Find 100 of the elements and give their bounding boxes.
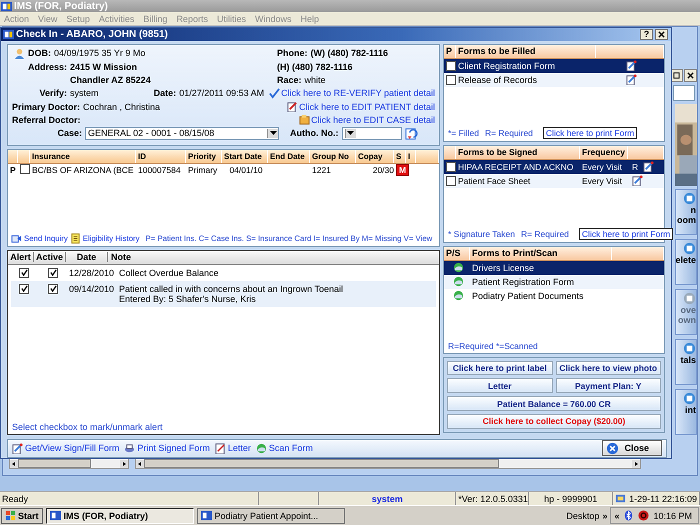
checkbox[interactable] bbox=[19, 268, 29, 278]
side-button[interactable]: n oom bbox=[675, 189, 697, 235]
scroll-left-icon[interactable] bbox=[136, 460, 144, 468]
column-header: Frequency bbox=[580, 146, 628, 159]
field-value: 2415 W Mission bbox=[70, 62, 138, 72]
action-button[interactable]: Payment Plan: Y bbox=[556, 378, 661, 394]
taskbar-button[interactable]: Podiatry Patient Appoint... bbox=[196, 508, 345, 524]
case-dropdown[interactable]: GENERAL 02 - 0001 - 08/15/08 bbox=[85, 126, 279, 140]
column-header: Group No bbox=[310, 150, 356, 163]
legend-text: * Signature Taken bbox=[448, 228, 515, 239]
legend-text: R= Required bbox=[484, 128, 533, 138]
table-cell-text: Primary bbox=[187, 165, 218, 176]
field-label: Address: bbox=[26, 62, 67, 72]
scanner-icon bbox=[256, 442, 267, 454]
form-row[interactable]: Podiatry Patient Documents bbox=[444, 288, 664, 303]
field-value: (W) (480) 782-1116 bbox=[310, 48, 388, 58]
dialog-title: Check In - ABARO, JOHN (9851) bbox=[16, 28, 168, 40]
document-icon bbox=[70, 232, 81, 244]
field-label: Primary Doctor: bbox=[12, 102, 80, 112]
monitor-icon bbox=[615, 493, 626, 504]
print-form-button[interactable]: Click here to print Form bbox=[542, 126, 638, 139]
close-button[interactable]: Close bbox=[602, 440, 662, 456]
close-icon bbox=[606, 442, 620, 455]
column-header: Date bbox=[66, 252, 108, 262]
edit-case-link[interactable]: Click here to EDIT CASE detail bbox=[311, 114, 435, 125]
field-value: Chandler AZ 85224 bbox=[70, 74, 151, 85]
form-name: Patient Registration Form bbox=[471, 276, 576, 287]
action-button[interactable]: Letter bbox=[447, 378, 552, 394]
form-row[interactable]: Client Registration Form bbox=[444, 58, 664, 73]
action-button[interactable]: Click here to view photo bbox=[556, 360, 661, 376]
checkbox[interactable] bbox=[446, 60, 456, 71]
form-row[interactable]: Patient Registration Form bbox=[444, 274, 664, 289]
action-button[interactable]: Click here to collect Copay ($20.00) bbox=[447, 414, 661, 429]
field-label: Autho. No.: bbox=[290, 128, 338, 138]
scanner-icon[interactable] bbox=[452, 262, 464, 274]
checkbox[interactable] bbox=[20, 164, 30, 174]
desktop-label[interactable]: Desktop bbox=[566, 510, 600, 520]
form-row[interactable]: Drivers License bbox=[444, 260, 664, 275]
checkbox[interactable] bbox=[446, 162, 456, 172]
edit-icon[interactable] bbox=[626, 74, 636, 86]
input-field[interactable] bbox=[673, 85, 695, 101]
scrollbar[interactable] bbox=[135, 458, 641, 469]
table-cell-text: 20/30 bbox=[372, 165, 394, 176]
edit-icon[interactable] bbox=[643, 161, 654, 172]
taskbar-button[interactable]: IMS (FOR, Podiatry) bbox=[46, 508, 194, 524]
toolbar-link[interactable]: Print Signed Form bbox=[124, 442, 210, 454]
app-icon bbox=[50, 510, 61, 521]
expand-button[interactable]: » bbox=[602, 510, 608, 520]
field-label: Case: bbox=[56, 128, 82, 138]
shield-icon[interactable] bbox=[638, 510, 650, 521]
legend-text: R=Required *=Scanned bbox=[448, 340, 538, 351]
bluetooth-icon[interactable] bbox=[623, 510, 634, 521]
edit-icon[interactable] bbox=[632, 175, 643, 186]
table-cell-text: BC/BS OF ARIZONA (BCE bbox=[31, 165, 135, 176]
help-button[interactable]: ? bbox=[640, 28, 653, 40]
scrollbar[interactable] bbox=[9, 458, 129, 469]
toolbar-link[interactable]: Get/View Sign/Fill Form bbox=[12, 442, 120, 454]
side-button[interactable]: elete bbox=[675, 239, 697, 285]
missing-badge[interactable]: M bbox=[396, 164, 410, 176]
checkbox[interactable] bbox=[48, 284, 58, 294]
app-icon bbox=[1, 0, 12, 12]
scroll-left-icon[interactable] bbox=[10, 460, 18, 468]
toolbar-link[interactable]: Scan Form bbox=[256, 442, 313, 454]
verify-link[interactable]: Click here to RE-VERIFY patient detail bbox=[281, 88, 435, 98]
action-button[interactable]: Click here to print label bbox=[447, 360, 552, 376]
printer-icon bbox=[124, 442, 136, 454]
field-value: white bbox=[304, 74, 326, 85]
scroll-right-icon[interactable] bbox=[632, 460, 640, 468]
collapse-button[interactable]: « bbox=[614, 510, 620, 520]
side-button[interactable]: tals bbox=[675, 339, 697, 385]
refresh-icon[interactable] bbox=[404, 126, 418, 140]
close-icon[interactable] bbox=[684, 69, 697, 82]
print-form-button[interactable]: Click here to print Form bbox=[578, 228, 674, 240]
close-button[interactable] bbox=[655, 28, 668, 40]
form-row[interactable]: HIPAA RECEIPT AND ACKNO Every Visit R bbox=[444, 160, 664, 174]
note-text: Collect Overdue Balance bbox=[119, 268, 220, 278]
column-header: P/S bbox=[444, 246, 470, 260]
column-header: Copay bbox=[356, 150, 394, 163]
start-button[interactable]: Start bbox=[1, 508, 43, 524]
edit-patient-link[interactable]: Click here to EDIT PATIENT detail bbox=[299, 102, 435, 112]
tool-icon bbox=[683, 342, 696, 355]
checkbox[interactable] bbox=[19, 284, 29, 294]
checkbox[interactable] bbox=[446, 74, 456, 85]
column-header: Start Date bbox=[222, 150, 268, 163]
autho-dropdown[interactable] bbox=[342, 126, 402, 140]
legend-text: R= Required bbox=[520, 228, 569, 239]
form-row[interactable]: Release of Records bbox=[444, 72, 664, 87]
column-header: End Date bbox=[268, 150, 310, 163]
checkbox[interactable] bbox=[48, 268, 58, 278]
form-name: HIPAA RECEIPT AND ACKNO bbox=[457, 162, 574, 172]
edit-icon bbox=[12, 442, 23, 454]
toolbar-link[interactable]: Letter bbox=[214, 442, 251, 454]
side-button[interactable]: int bbox=[675, 389, 697, 435]
action-button[interactable]: Patient Balance = 760.00 CR bbox=[447, 396, 661, 411]
checkbox[interactable] bbox=[446, 176, 456, 186]
column-header: Priority bbox=[186, 150, 222, 163]
edit-icon[interactable] bbox=[626, 60, 636, 72]
scroll-right-icon[interactable] bbox=[120, 460, 128, 468]
column-header: Alert bbox=[8, 252, 34, 262]
form-row[interactable]: Patient Face Sheet Every Visit bbox=[444, 174, 664, 188]
